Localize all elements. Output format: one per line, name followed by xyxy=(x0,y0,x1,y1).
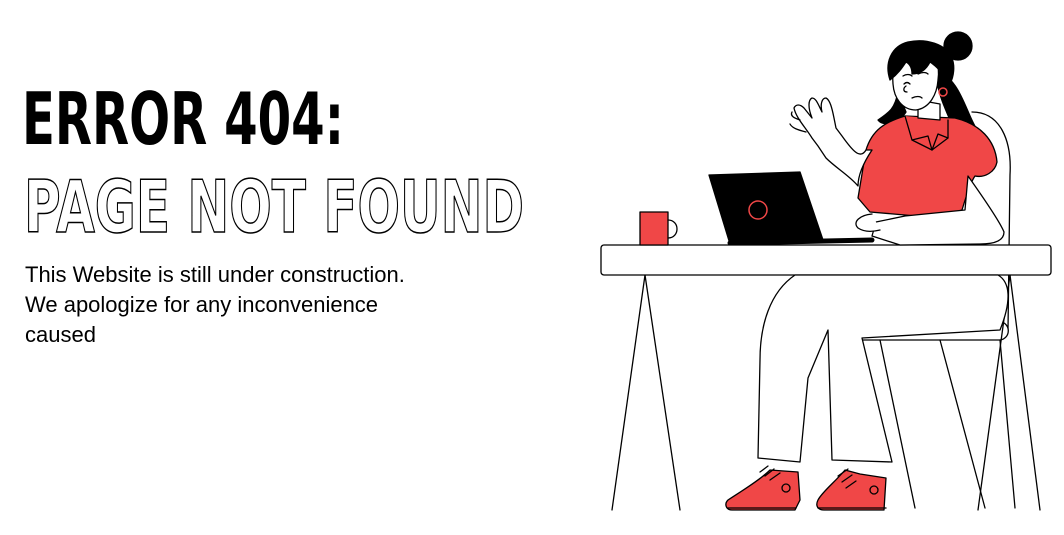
shoes xyxy=(725,465,887,511)
error-page: ERROR 404: PAGE NOT FOUND This Website i… xyxy=(0,0,1064,535)
laptop xyxy=(708,171,875,246)
error-subheading: PAGE NOT FOUND xyxy=(24,165,524,246)
error-text-block: ERROR 404: PAGE NOT FOUND This Website i… xyxy=(20,76,580,350)
arm-left xyxy=(789,97,873,187)
trousers xyxy=(757,274,1009,463)
error-title: ERROR 404: PAGE NOT FOUND xyxy=(22,77,525,246)
message-line-1: This Website is still under construction… xyxy=(25,262,405,287)
mug xyxy=(639,211,678,246)
message-line-2: We apologize for any inconvenience xyxy=(25,292,379,317)
error-heading: ERROR 404: xyxy=(22,77,344,161)
woman-at-laptop-illustration xyxy=(600,31,1052,511)
error-message: This Website is still under construction… xyxy=(25,260,495,350)
message-line-3: caused xyxy=(25,322,96,347)
